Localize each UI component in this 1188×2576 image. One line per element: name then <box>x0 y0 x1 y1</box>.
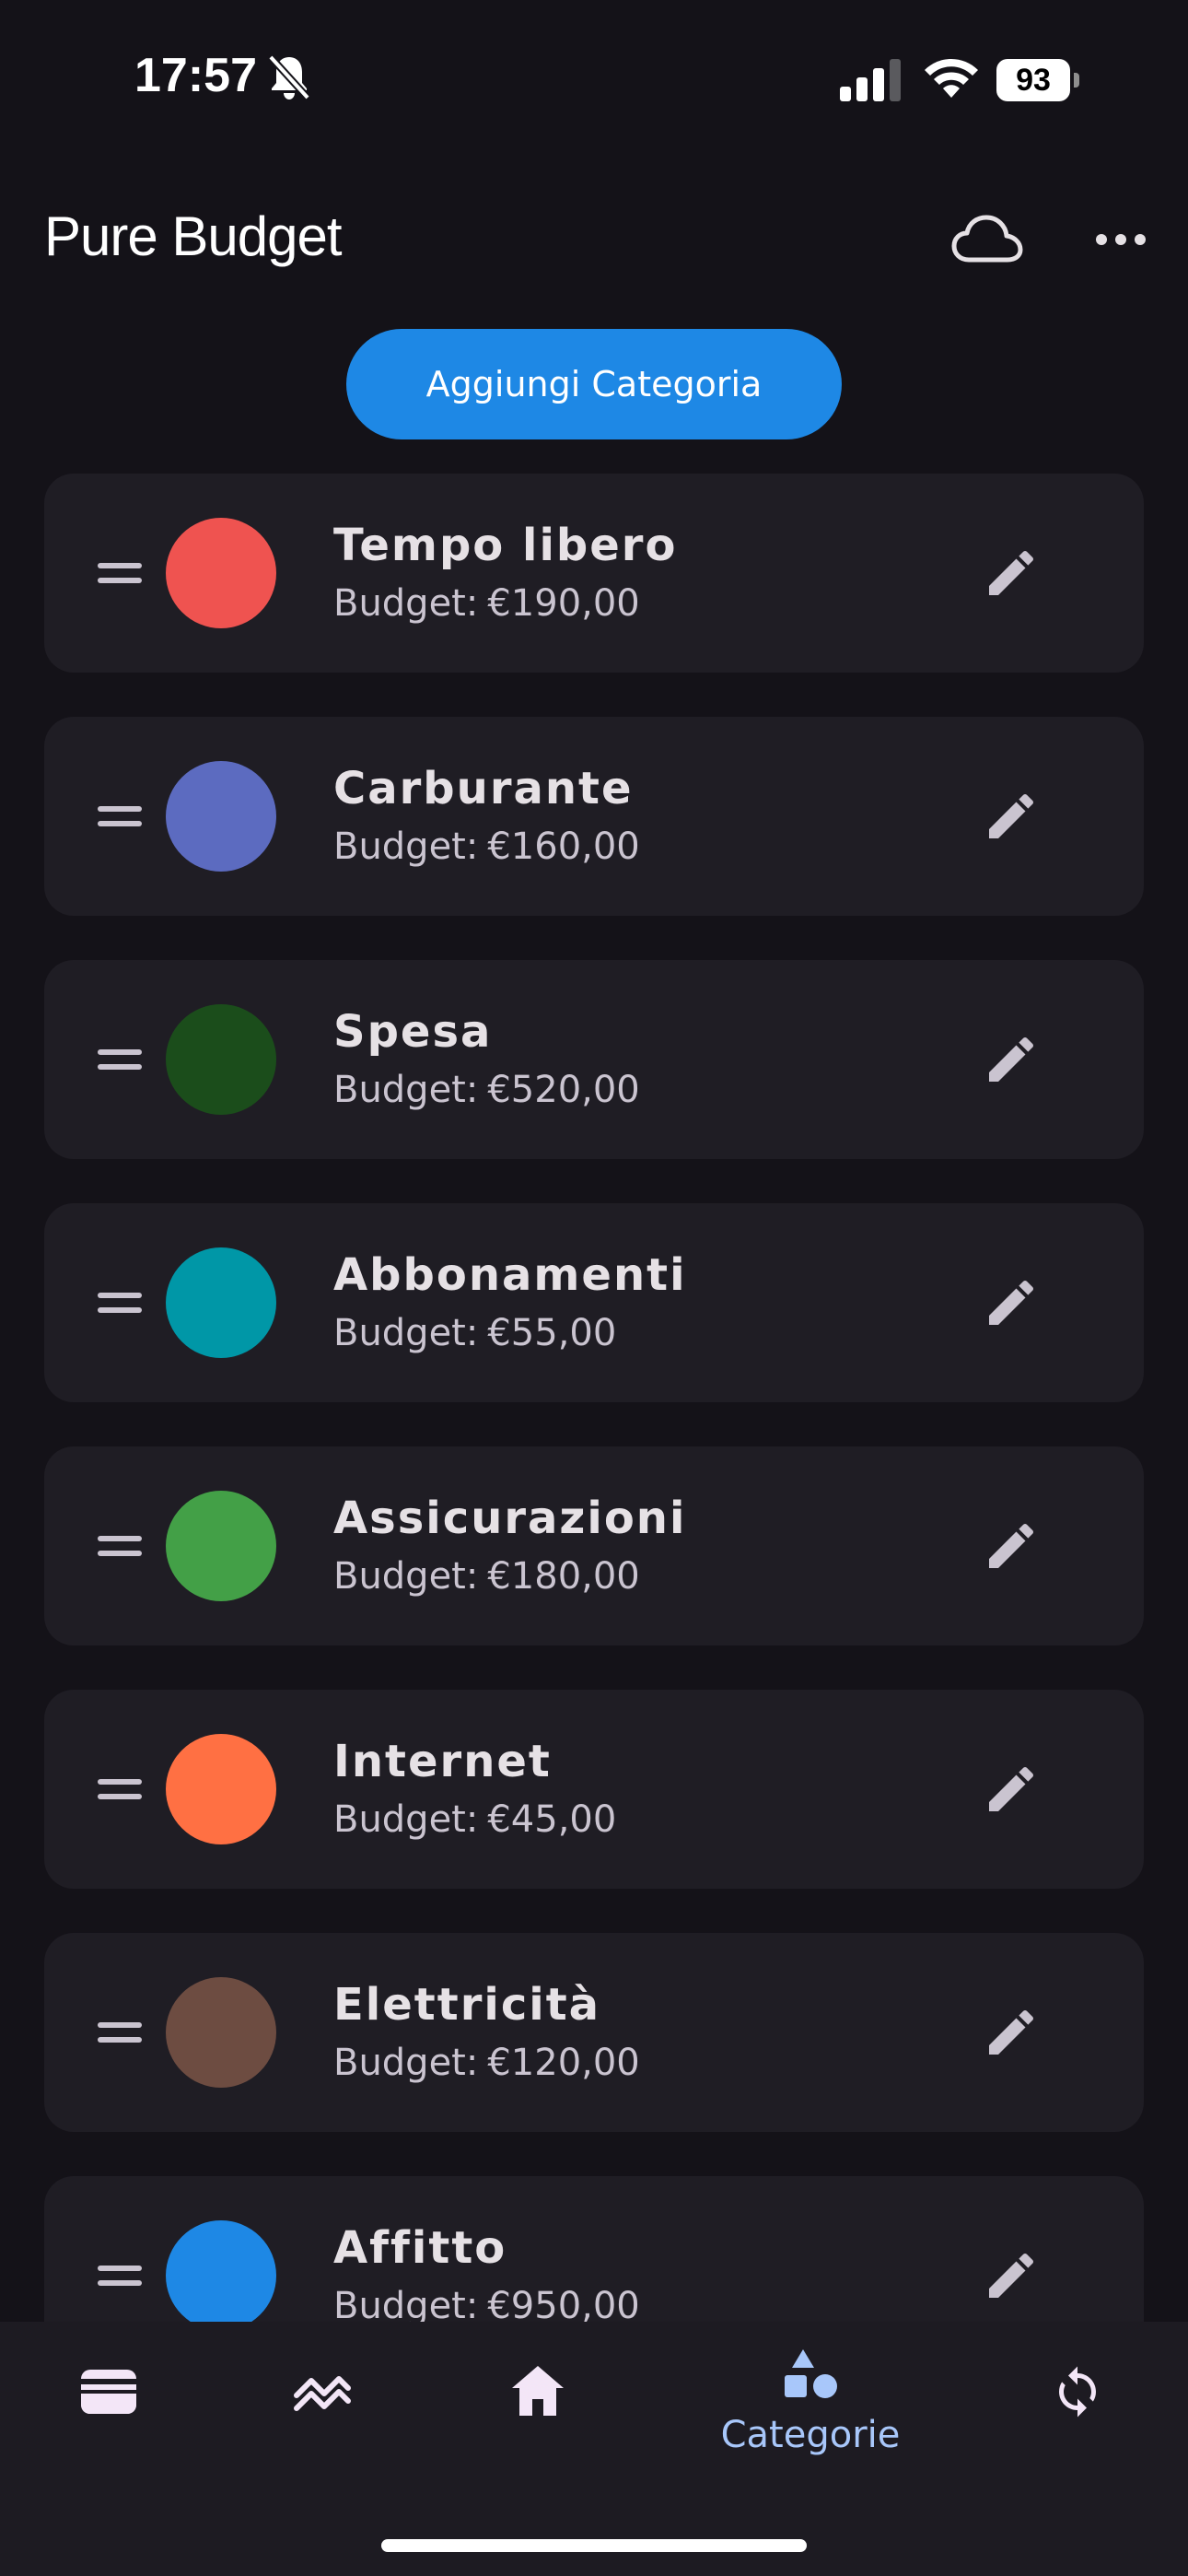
category-card[interactable]: Abbonamenti Budget: €55,00 <box>44 1203 1144 1402</box>
budget-label: Budget: <box>333 2285 479 2322</box>
app-title: Pure Budget <box>44 205 343 267</box>
category-card[interactable]: Internet Budget: €45,00 <box>44 1690 1144 1889</box>
drag-handle-icon[interactable] <box>98 2257 142 2294</box>
signal-icon <box>840 59 901 101</box>
bell-off-icon <box>268 54 310 100</box>
category-budget: Budget: €180,00 <box>333 1555 640 1598</box>
edit-pencil-icon[interactable] <box>982 2003 1041 2062</box>
category-name: Spesa <box>333 1006 493 1058</box>
category-color-swatch <box>166 1004 276 1115</box>
status-bar: 17:57 93 <box>0 0 1188 157</box>
category-card[interactable]: Tempo libero Budget: €190,00 <box>44 474 1144 673</box>
nav-item-home[interactable] <box>448 2322 632 2497</box>
budget-value: €120,00 <box>487 2042 640 2084</box>
cloud-icon[interactable] <box>949 210 1026 269</box>
battery-indicator: 93 <box>996 59 1079 101</box>
wifi-icon <box>925 59 978 98</box>
budget-value: €950,00 <box>487 2285 640 2322</box>
category-color-swatch <box>166 1977 276 2088</box>
nav-item-trends[interactable] <box>232 2322 416 2497</box>
home-indicator[interactable] <box>381 2539 807 2552</box>
category-card[interactable]: Carburante Budget: €160,00 <box>44 717 1144 916</box>
category-budget: Budget: €160,00 <box>333 825 640 868</box>
add-category-button[interactable]: Aggiungi Categoria <box>346 329 842 439</box>
nav-item-sync[interactable] <box>987 2322 1171 2497</box>
edit-pencil-icon[interactable] <box>982 1760 1041 1819</box>
category-color-swatch <box>166 1247 276 1358</box>
edit-pencil-icon[interactable] <box>982 1030 1041 1089</box>
category-name: Tempo libero <box>333 520 678 571</box>
category-name: Elettricità <box>333 1979 601 2031</box>
edit-pencil-icon[interactable] <box>982 1273 1041 1332</box>
drag-handle-icon[interactable] <box>98 1284 142 1321</box>
drag-handle-icon[interactable] <box>98 1528 142 1564</box>
budget-value: €520,00 <box>487 1069 640 1111</box>
category-icon <box>785 2349 837 2398</box>
battery-level: 93 <box>996 59 1070 101</box>
edit-pencil-icon[interactable] <box>982 2246 1041 2305</box>
category-name: Abbonamenti <box>333 1249 687 1301</box>
category-name: Assicurazioni <box>333 1493 687 1544</box>
budget-value: €180,00 <box>487 1555 640 1598</box>
category-color-swatch <box>166 2220 276 2322</box>
category-name: Affitto <box>333 2222 507 2274</box>
category-color-swatch <box>166 518 276 628</box>
edit-pencil-icon[interactable] <box>982 1516 1041 1575</box>
bottom-navigation: Categorie <box>0 2322 1188 2576</box>
budget-label: Budget: <box>333 1555 479 1598</box>
battery-tip <box>1074 73 1079 88</box>
category-budget: Budget: €190,00 <box>333 582 640 625</box>
edit-pencil-icon[interactable] <box>982 544 1041 603</box>
drag-handle-icon[interactable] <box>98 555 142 591</box>
budget-value: €190,00 <box>487 582 640 625</box>
drag-handle-icon[interactable] <box>98 1041 142 1078</box>
category-budget: Budget: €520,00 <box>333 1069 640 1111</box>
category-budget: Budget: €55,00 <box>333 1312 616 1354</box>
categories-screen: 17:57 93 Pure Budget Aggiungi Categoria … <box>0 0 1188 2576</box>
category-color-swatch <box>166 1734 276 1844</box>
category-card[interactable]: Assicurazioni Budget: €180,00 <box>44 1446 1144 1645</box>
category-budget: Budget: €950,00 <box>333 2285 640 2322</box>
category-list[interactable]: 17:57 93 Pure Budget Aggiungi Categoria … <box>0 0 1188 2322</box>
budget-label: Budget: <box>333 1798 479 1841</box>
budget-value: €160,00 <box>487 825 640 868</box>
budget-label: Budget: <box>333 2042 479 2084</box>
nav-item-wallet[interactable] <box>17 2322 201 2497</box>
budget-value: €45,00 <box>487 1798 617 1841</box>
category-budget: Budget: €45,00 <box>333 1798 616 1841</box>
trending-icon <box>294 2376 351 2411</box>
budget-label: Budget: <box>333 825 479 868</box>
budget-label: Budget: <box>333 1069 479 1111</box>
sync-icon <box>1059 2366 1096 2418</box>
category-card[interactable]: Spesa Budget: €520,00 <box>44 960 1144 1159</box>
more-horiz-icon[interactable] <box>1094 221 1147 258</box>
nav-item-categories[interactable]: Categorie <box>691 2322 930 2497</box>
status-time: 17:57 <box>134 49 257 102</box>
category-name: Carburante <box>333 763 634 814</box>
category-color-swatch <box>166 1491 276 1601</box>
home-icon <box>512 2366 564 2416</box>
budget-value: €55,00 <box>487 1312 617 1354</box>
category-card[interactable]: Affitto Budget: €950,00 <box>44 2176 1144 2322</box>
category-color-swatch <box>166 761 276 872</box>
nav-label-categories: Categorie <box>720 2414 901 2456</box>
drag-handle-icon[interactable] <box>98 1771 142 1808</box>
wallet-icon <box>81 2370 136 2414</box>
budget-label: Budget: <box>333 582 479 625</box>
edit-pencil-icon[interactable] <box>982 787 1041 846</box>
category-name: Internet <box>333 1736 552 1787</box>
category-card[interactable]: Elettricità Budget: €120,00 <box>44 1933 1144 2132</box>
drag-handle-icon[interactable] <box>98 798 142 835</box>
drag-handle-icon[interactable] <box>98 2014 142 2051</box>
budget-label: Budget: <box>333 1312 479 1354</box>
category-budget: Budget: €120,00 <box>333 2042 640 2084</box>
